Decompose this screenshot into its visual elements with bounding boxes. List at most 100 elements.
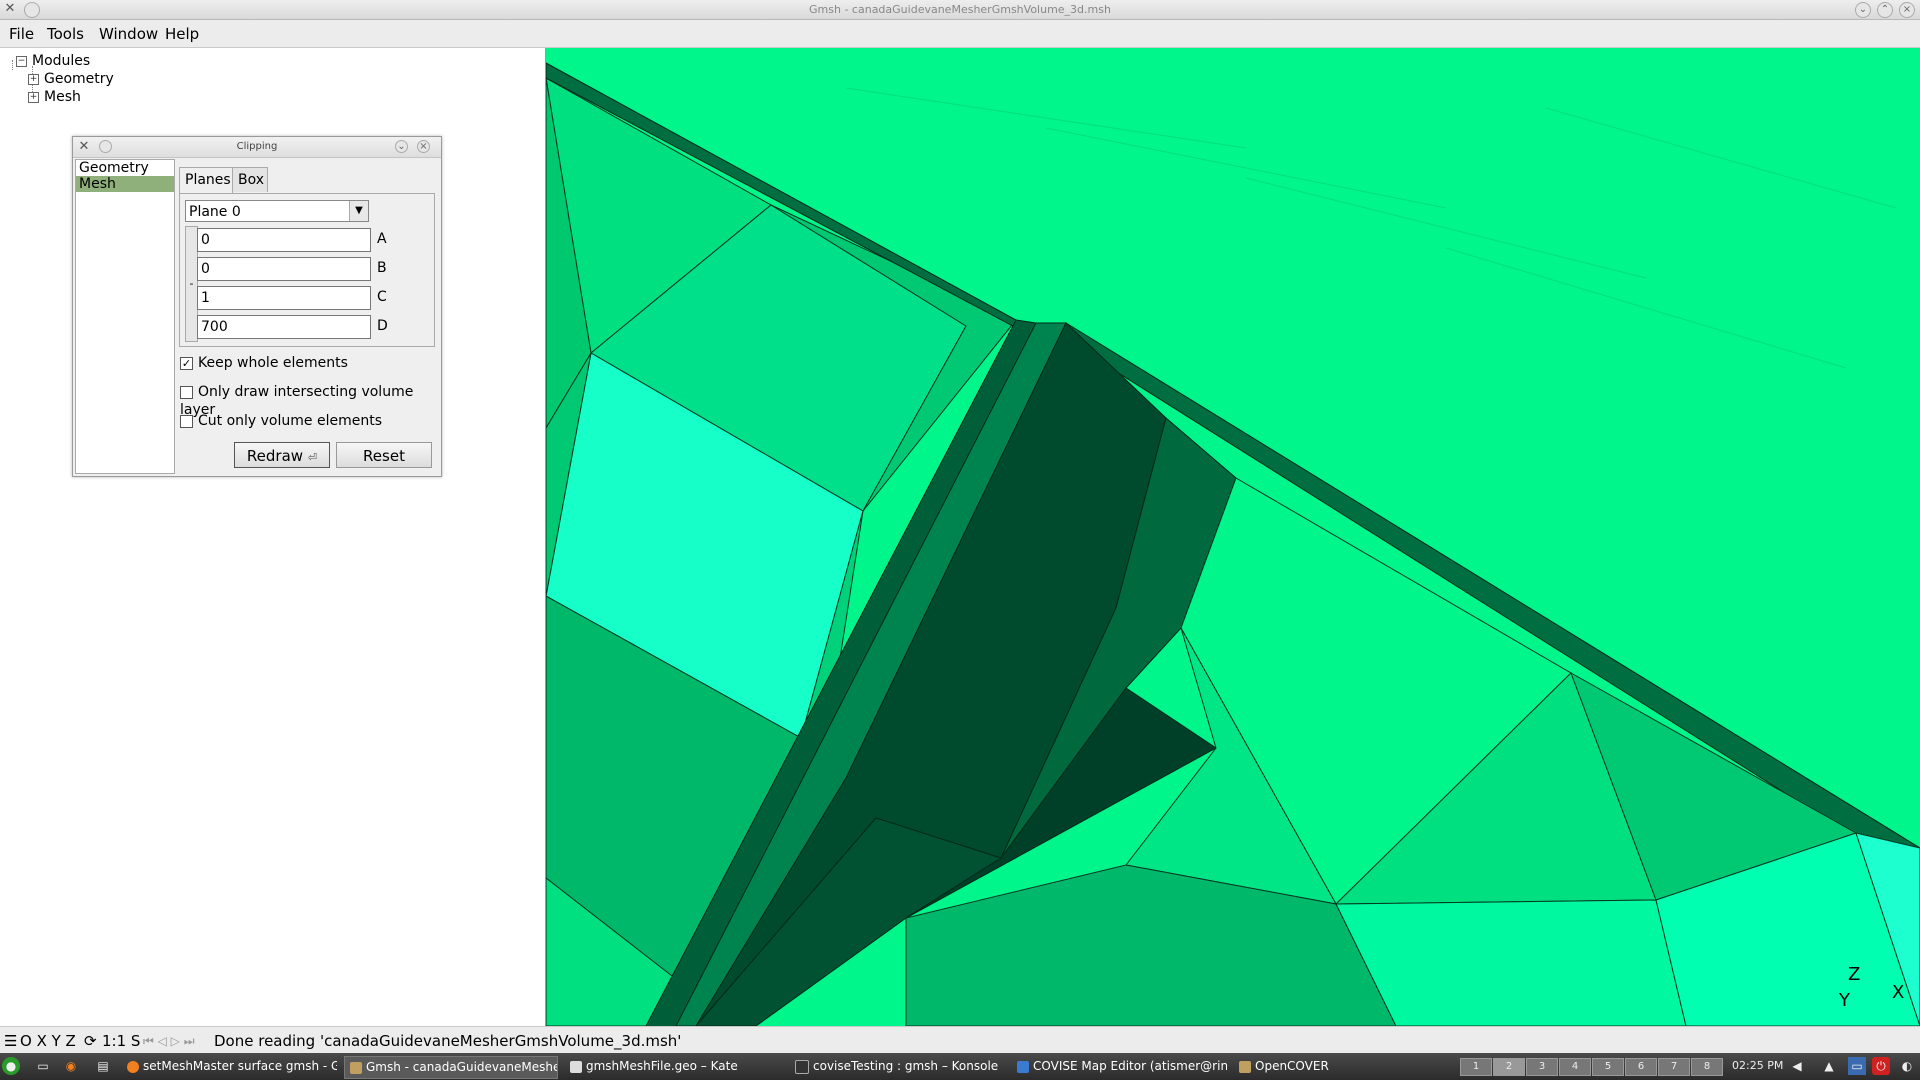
files-launcher-icon[interactable]: ▤ (94, 1057, 112, 1075)
scale-reset-button[interactable]: 1:1 S (102, 1032, 140, 1050)
desktop-pager-6[interactable]: 6 (1625, 1058, 1657, 1076)
power-icon[interactable]: ⏻ (1872, 1057, 1890, 1075)
redraw-button[interactable]: Redraw ⏎ (234, 442, 330, 468)
list-item-mesh[interactable]: Mesh (76, 176, 174, 192)
clock[interactable]: 02:25 PM (1732, 1059, 1783, 1072)
menu-file[interactable]: File (9, 25, 34, 43)
statusbar: ☰ O X Y Z ⟳ 1:1 S ⏮ ◁ ▷ ⏭ Done reading '… (0, 1026, 1920, 1054)
desktop-pager-4[interactable]: 4 (1559, 1058, 1591, 1076)
desktop-pager-7[interactable]: 7 (1658, 1058, 1690, 1076)
rotate-icon[interactable]: ⟳ (84, 1032, 97, 1050)
tree-item-modules[interactable]: − Modules (8, 52, 114, 70)
status-message: Done reading 'canadaGuidevaneMesherGmshV… (214, 1032, 682, 1050)
coefficient-c-input[interactable]: 1 (197, 286, 371, 310)
checkbox-checked-icon[interactable]: ✓ (180, 356, 193, 370)
desktop-pager-2[interactable]: 2 (1493, 1058, 1525, 1076)
desktop-pager-8[interactable]: 8 (1691, 1058, 1723, 1076)
kate-icon (570, 1060, 582, 1073)
checkbox-unchecked-icon[interactable] (180, 385, 193, 399)
status-menu-icon[interactable]: ☰ (4, 1032, 17, 1050)
collapse-icon[interactable]: − (16, 55, 27, 67)
axis-z-label: Z (1848, 964, 1861, 985)
volume-icon[interactable]: ◀ (1788, 1057, 1806, 1075)
close-button[interactable]: × (1899, 2, 1915, 18)
clipping-titlebar: ✕ Clipping ⌄ × (73, 137, 441, 158)
coefficient-a-label: A (377, 231, 387, 247)
maximize-button[interactable]: ⌃ (1877, 2, 1893, 18)
list-item-geometry[interactable]: Geometry (76, 160, 174, 176)
task-setmeshmaster[interactable]: setMeshMaster surface gmsh - G (122, 1056, 337, 1077)
window-titlebar: ✕ Gmsh - canadaGuidevaneMesherGmshVolume… (0, 0, 1920, 20)
minimize-button[interactable]: ⌄ (395, 140, 408, 153)
task-opencover[interactable]: OpenCOVER (1234, 1056, 1354, 1077)
mesh-render (546, 48, 1920, 1026)
task-konsole[interactable]: coviseTesting : gmsh – Konsole (790, 1056, 1005, 1077)
expand-icon[interactable]: + (28, 73, 39, 85)
chevron-down-icon[interactable]: ▼ (349, 201, 368, 221)
cut-volume-only-checkbox[interactable]: Cut only volume elements (180, 412, 382, 430)
gmsh-icon (350, 1061, 362, 1074)
start-menu-icon[interactable]: ● (2, 1057, 20, 1075)
window-title: Gmsh - canadaGuidevaneMesherGmshVolume_3… (809, 3, 1111, 16)
task-kate[interactable]: gmshMeshFile.geo – Kate (565, 1056, 780, 1077)
close-button[interactable]: × (417, 140, 430, 153)
tree-item-mesh[interactable]: + Mesh (8, 88, 114, 106)
clip-target-list: Geometry Mesh (75, 159, 175, 474)
menu-help[interactable]: Help (165, 25, 199, 43)
axis-y-label: Y (1839, 990, 1850, 1011)
covise-icon (1017, 1060, 1029, 1073)
minimize-button[interactable]: ⌄ (1855, 2, 1871, 18)
graphics-viewport[interactable] (546, 48, 1920, 1026)
terminal-launcher-icon[interactable]: ▭ (34, 1057, 52, 1075)
tree-item-geometry[interactable]: + Geometry (8, 70, 114, 88)
clipping-title: Clipping (236, 141, 278, 152)
view-axis-buttons[interactable]: O X Y Z (20, 1032, 76, 1050)
task-label: gmshMeshFile.geo – Kate (586, 1059, 738, 1073)
tree-label-mesh: Mesh (44, 89, 81, 105)
return-key-icon: ⏎ (307, 451, 318, 464)
clipping-dialog: ✕ Clipping ⌄ × Geometry Mesh Planes Box … (72, 136, 442, 477)
desktop-pager-1[interactable]: 1 (1460, 1058, 1492, 1076)
intersecting-layer-checkbox[interactable]: Only draw intersecting volume layer (180, 383, 441, 418)
checkbox-unchecked-icon[interactable] (180, 414, 193, 428)
playback-controls-icon[interactable]: ⏮ ◁ ▷ ⏭ (143, 1034, 195, 1049)
taskbar: ● ▭ ◉ ▤ setMeshMaster surface gmsh - G G… (0, 1053, 1920, 1080)
coefficient-d-label: D (377, 318, 388, 334)
coefficient-b-input[interactable]: 0 (197, 257, 371, 281)
opencover-icon (1239, 1060, 1251, 1073)
task-label: coviseTesting : gmsh – Konsole (813, 1059, 999, 1073)
menu-window[interactable]: Window (99, 25, 158, 43)
firefox-launcher-icon[interactable]: ◉ (62, 1057, 80, 1075)
tab-box[interactable]: Box (232, 167, 268, 192)
coefficient-a-input[interactable]: 0 (197, 228, 371, 252)
expand-icon[interactable]: + (28, 91, 39, 103)
axis-x-label: X (1892, 982, 1905, 1003)
task-label: setMeshMaster surface gmsh - G (143, 1059, 337, 1073)
module-tree: − Modules + Geometry + Mesh (8, 52, 114, 106)
task-label: Gmsh - canadaGuidevaneMesher (366, 1060, 558, 1074)
keep-whole-elements-checkbox[interactable]: ✓ Keep whole elements (180, 354, 348, 372)
plane-select[interactable]: Plane 0 ▼ (185, 200, 369, 222)
tray-expand-icon[interactable]: ▲ (1820, 1057, 1838, 1075)
checkbox-label: Keep whole elements (198, 355, 348, 371)
task-label: COVISE Map Editor (atismer@ring (1033, 1059, 1227, 1073)
checkbox-label: Cut only volume elements (198, 413, 382, 429)
task-covise-map-editor[interactable]: COVISE Map Editor (atismer@ring (1012, 1056, 1227, 1077)
tree-label-geometry: Geometry (44, 71, 114, 87)
konsole-icon (795, 1059, 809, 1074)
task-label: OpenCOVER (1255, 1059, 1329, 1073)
coefficient-b-label: B (377, 260, 387, 276)
desktop-pager-3[interactable]: 3 (1526, 1058, 1558, 1076)
coefficient-d-input[interactable]: 700 (197, 315, 371, 339)
tree-label-modules: Modules (32, 53, 91, 69)
task-gmsh[interactable]: Gmsh - canadaGuidevaneMesher (344, 1056, 558, 1079)
coefficient-c-label: C (377, 289, 387, 305)
network-icon[interactable]: ▭ (1848, 1057, 1866, 1075)
desktop-pager-5[interactable]: 5 (1592, 1058, 1624, 1076)
notifications-icon[interactable]: ◐ (1898, 1057, 1916, 1075)
tab-planes[interactable]: Planes (179, 167, 233, 193)
plane-select-value: Plane 0 (189, 204, 241, 220)
menu-tools[interactable]: Tools (47, 25, 84, 43)
reset-button[interactable]: Reset (336, 442, 432, 468)
planes-panel: Plane 0 ▼ - 0 A 0 B 1 C 700 D (179, 193, 435, 347)
